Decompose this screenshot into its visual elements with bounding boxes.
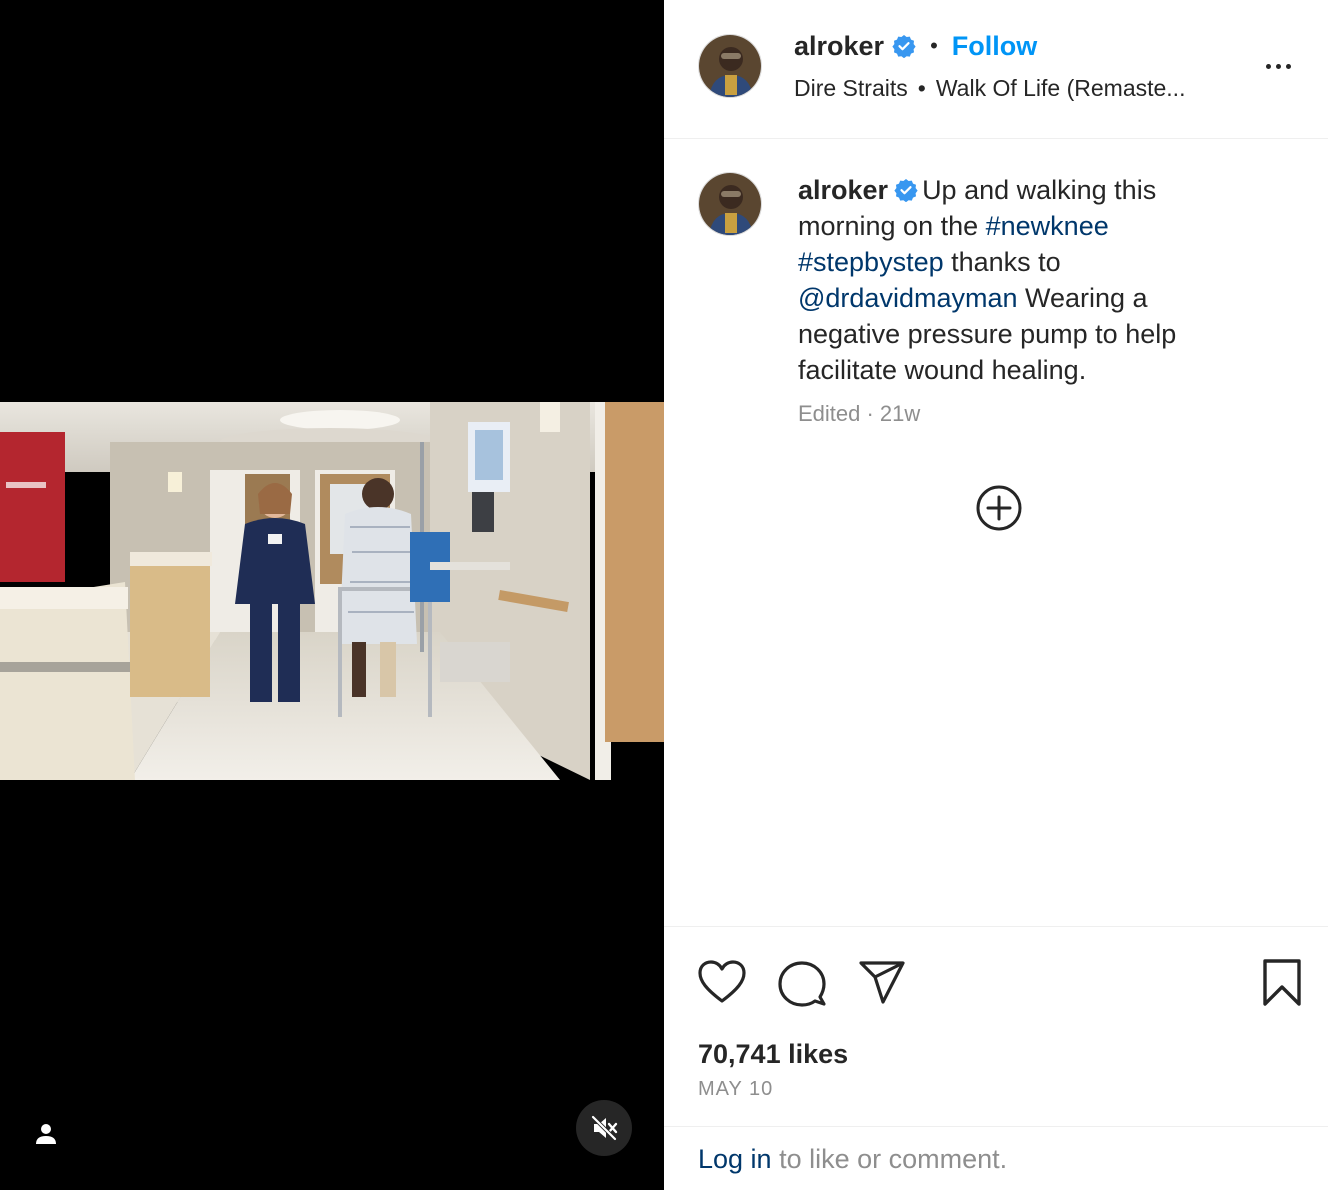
post-date[interactable]: MAY 10: [698, 1077, 773, 1101]
caption-username[interactable]: alroker: [798, 175, 888, 205]
follow-button[interactable]: Follow: [952, 30, 1037, 62]
profile-photo: [699, 173, 761, 235]
hashtag-link[interactable]: #newknee: [986, 211, 1109, 241]
more-options-icon[interactable]: [1256, 54, 1300, 78]
caption-text: thanks to: [943, 247, 1061, 277]
tag-user-icon: [36, 1124, 56, 1144]
post-caption: alroker Up and walking this morning on th…: [798, 172, 1228, 388]
likes-count[interactable]: 70,741 likes: [698, 1037, 848, 1071]
post-media[interactable]: [0, 0, 664, 1190]
load-more-comments-button[interactable]: [974, 483, 1024, 533]
share-icon[interactable]: [856, 957, 908, 1009]
load-more-comments-icon: [976, 485, 1022, 531]
caption-avatar[interactable]: [698, 172, 762, 236]
username-link[interactable]: alroker: [794, 30, 884, 62]
audio-artist[interactable]: Dire Straits: [794, 74, 908, 102]
mute-toggle-button[interactable]: [576, 1100, 632, 1156]
verified-badge-icon: [892, 35, 916, 58]
hospital-hallway-image: [0, 402, 664, 780]
hashtag-link[interactable]: #stepbystep: [798, 247, 944, 277]
video-frame[interactable]: [0, 402, 664, 780]
action-bar: [664, 926, 1328, 1007]
muted-speaker-icon: [591, 1115, 618, 1141]
login-prompt-text: to like or comment.: [771, 1144, 1008, 1174]
heart-icon[interactable]: [696, 957, 748, 1009]
post-details-panel: alroker • Follow Dire Straits • Walk Of …: [664, 0, 1328, 1190]
audio-attribution[interactable]: Dire Straits • Walk Of Life (Remaste...: [794, 74, 1185, 102]
profile-photo: [699, 35, 761, 97]
comment-icon[interactable]: [776, 957, 828, 1009]
audio-separator: •: [917, 75, 926, 101]
avatar[interactable]: [698, 34, 762, 98]
tag-user-button[interactable]: [26, 1114, 66, 1154]
bookmark-icon[interactable]: [1256, 957, 1308, 1009]
caption-meta: Edited · 21w: [798, 401, 921, 426]
login-prompt: Log in to like or comment.: [664, 1126, 1328, 1190]
separator-dot: •: [930, 33, 938, 58]
post-header: alroker • Follow Dire Straits • Walk Of …: [664, 0, 1328, 139]
mention-link[interactable]: @drdavidmayman: [798, 283, 1018, 313]
audio-track[interactable]: Walk Of Life (Remaste...: [936, 74, 1186, 102]
verified-badge-icon: [894, 179, 918, 202]
header-username-row: alroker • Follow: [794, 30, 1037, 62]
login-link[interactable]: Log in: [698, 1144, 772, 1174]
